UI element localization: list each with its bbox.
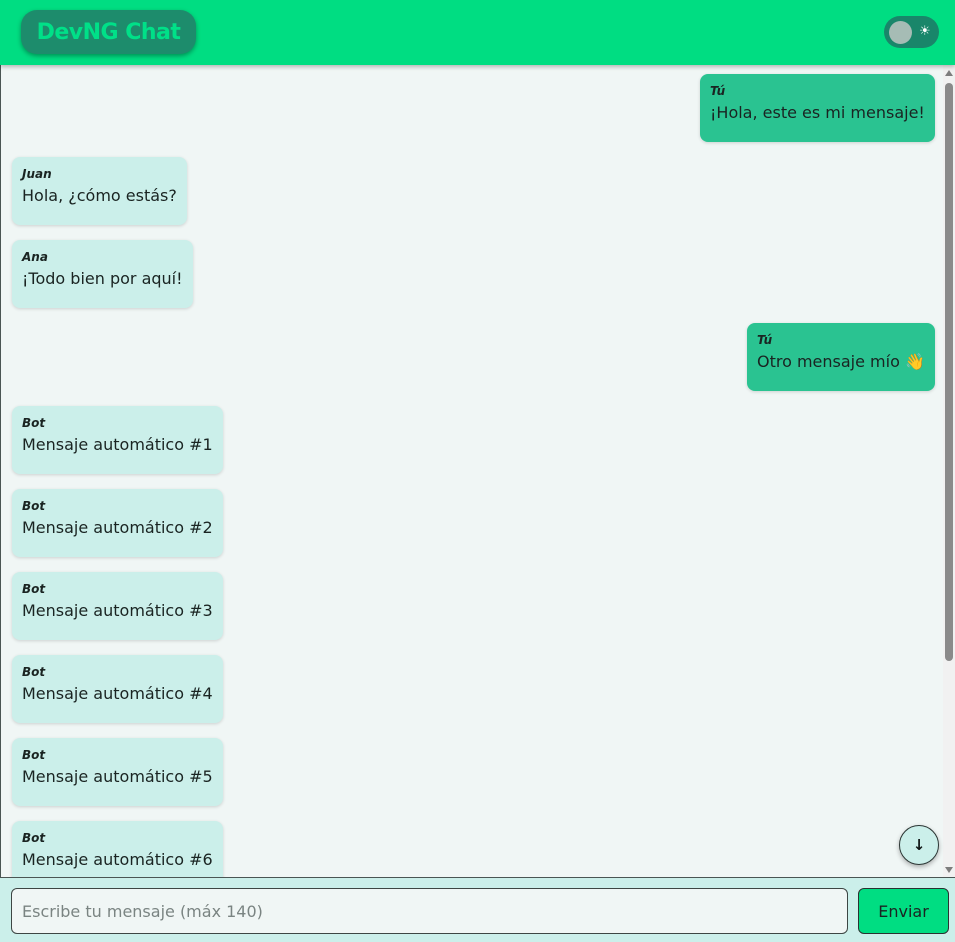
- received-message: Ana ¡Todo bien por aquí!: [12, 240, 193, 308]
- message-text: Mensaje automático #4: [22, 684, 213, 703]
- message-author: Bot: [22, 831, 46, 845]
- theme-toggle[interactable]: ☀: [884, 16, 939, 48]
- received-message: Bot Mensaje automático #1: [12, 406, 223, 474]
- message-text: Mensaje automático #6: [22, 850, 213, 869]
- received-message: Bot Mensaje automático #4: [12, 655, 223, 723]
- send-button[interactable]: Enviar: [858, 888, 949, 934]
- message-author: Ana: [22, 250, 48, 264]
- message-text: Mensaje automático #2: [22, 518, 213, 537]
- received-message: Bot Mensaje automático #5: [12, 738, 223, 806]
- own-message: Tú Otro mensaje mío 👋: [747, 323, 935, 391]
- message-author: Bot: [22, 748, 46, 762]
- app-title: DevNG Chat: [21, 10, 196, 54]
- message-composer: Escribe tu mensaje (máx 140) Enviar: [0, 877, 955, 942]
- message-text: ¡Todo bien por aquí!: [22, 269, 183, 288]
- message-author: Tú: [757, 333, 773, 347]
- received-message: Bot Mensaje automático #6: [12, 821, 223, 877]
- scrollbar-thumb[interactable]: [945, 83, 953, 661]
- own-message: Tú ¡Hola, este es mi mensaje!: [700, 74, 935, 142]
- arrow-down-icon: ↓: [912, 836, 926, 854]
- message-author: Bot: [22, 499, 46, 513]
- scroll-to-bottom-button[interactable]: ↓: [899, 825, 939, 865]
- message-input-placeholder: Escribe tu mensaje (máx 140): [22, 901, 263, 921]
- message-input[interactable]: Escribe tu mensaje (máx 140): [11, 888, 848, 934]
- message-author: Bot: [22, 665, 46, 679]
- message-text: ¡Hola, este es mi mensaje!: [710, 103, 925, 122]
- scroll-down-arrow-icon[interactable]: [945, 867, 953, 873]
- received-message: Juan Hola, ¿cómo estás?: [12, 157, 187, 225]
- message-list[interactable]: Tú ¡Hola, este es mi mensaje! Juan Hola, ¿c…: [0, 65, 955, 877]
- message-text: Hola, ¿cómo estás?: [22, 186, 177, 205]
- sun-icon: ☀: [919, 24, 931, 39]
- message-text: Otro mensaje mío 👋: [757, 352, 925, 371]
- message-text: Mensaje automático #3: [22, 601, 213, 620]
- scroll-up-arrow-icon[interactable]: [945, 70, 953, 76]
- message-list-scrollbar[interactable]: [943, 65, 955, 877]
- message-text: Mensaje automático #1: [22, 435, 213, 454]
- received-message: Bot Mensaje automático #3: [12, 572, 223, 640]
- message-author: Bot: [22, 582, 46, 596]
- toggle-knob: [889, 21, 912, 44]
- message-author: Juan: [22, 167, 52, 181]
- app-header: DevNG Chat ☀: [0, 0, 955, 65]
- message-author: Bot: [22, 416, 46, 430]
- received-message: Bot Mensaje automático #2: [12, 489, 223, 557]
- message-author: Tú: [710, 84, 726, 98]
- message-text: Mensaje automático #5: [22, 767, 213, 786]
